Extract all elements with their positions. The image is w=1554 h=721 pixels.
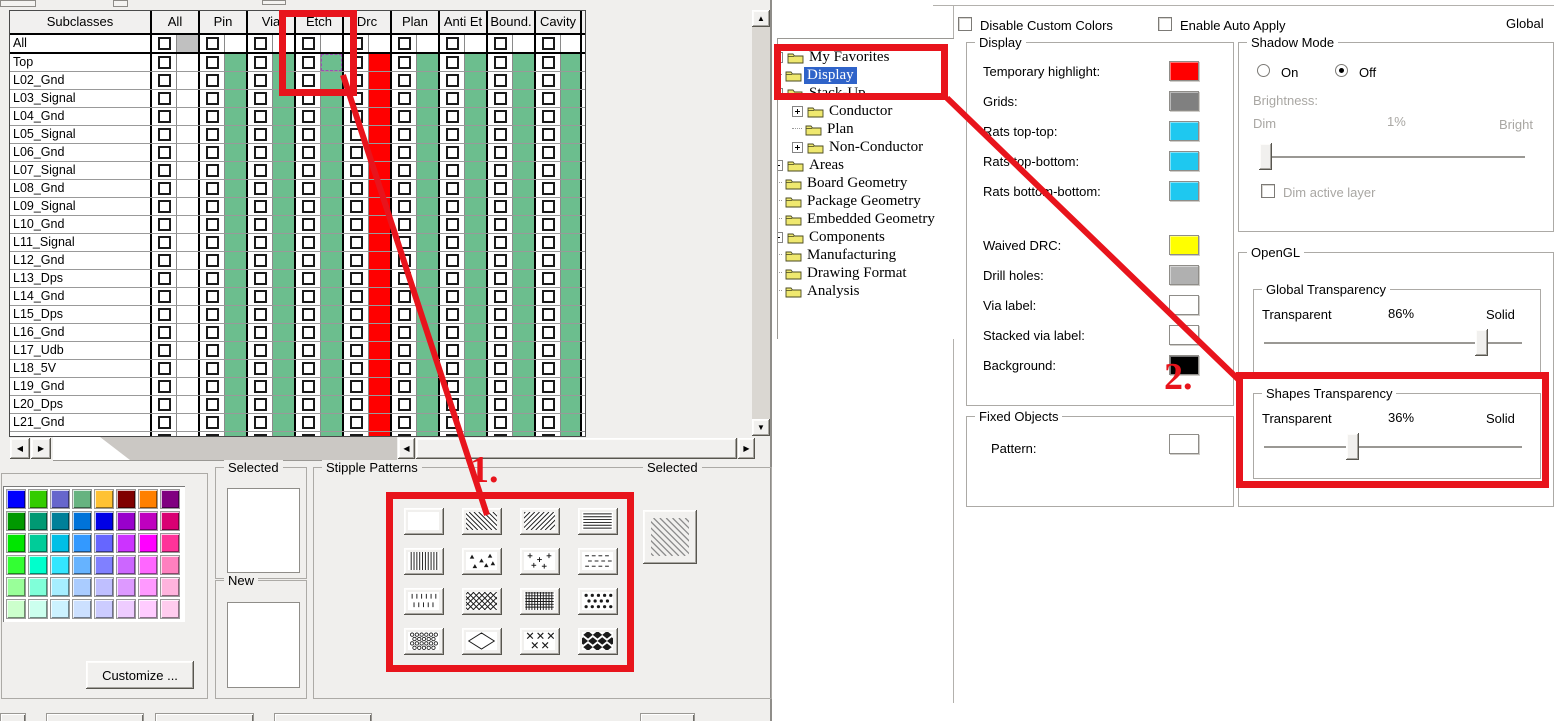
annotation-rect-etch-column: [279, 10, 357, 96]
annotation-label-1: 1.: [470, 449, 499, 491]
annotation-lines: [340, 74, 1243, 516]
color-and-visibility-dialog: Subclasses All Pin Via Etch Drc Plan Anti Et Bou…: [0, 0, 1554, 721]
annotation-rect-stipple-grid: [386, 492, 634, 672]
annotation-label-2: 2.: [1164, 356, 1193, 398]
annotation-rect-tree-display: [774, 44, 948, 100]
annotation-rect-shapes-transparency: [1236, 372, 1549, 488]
